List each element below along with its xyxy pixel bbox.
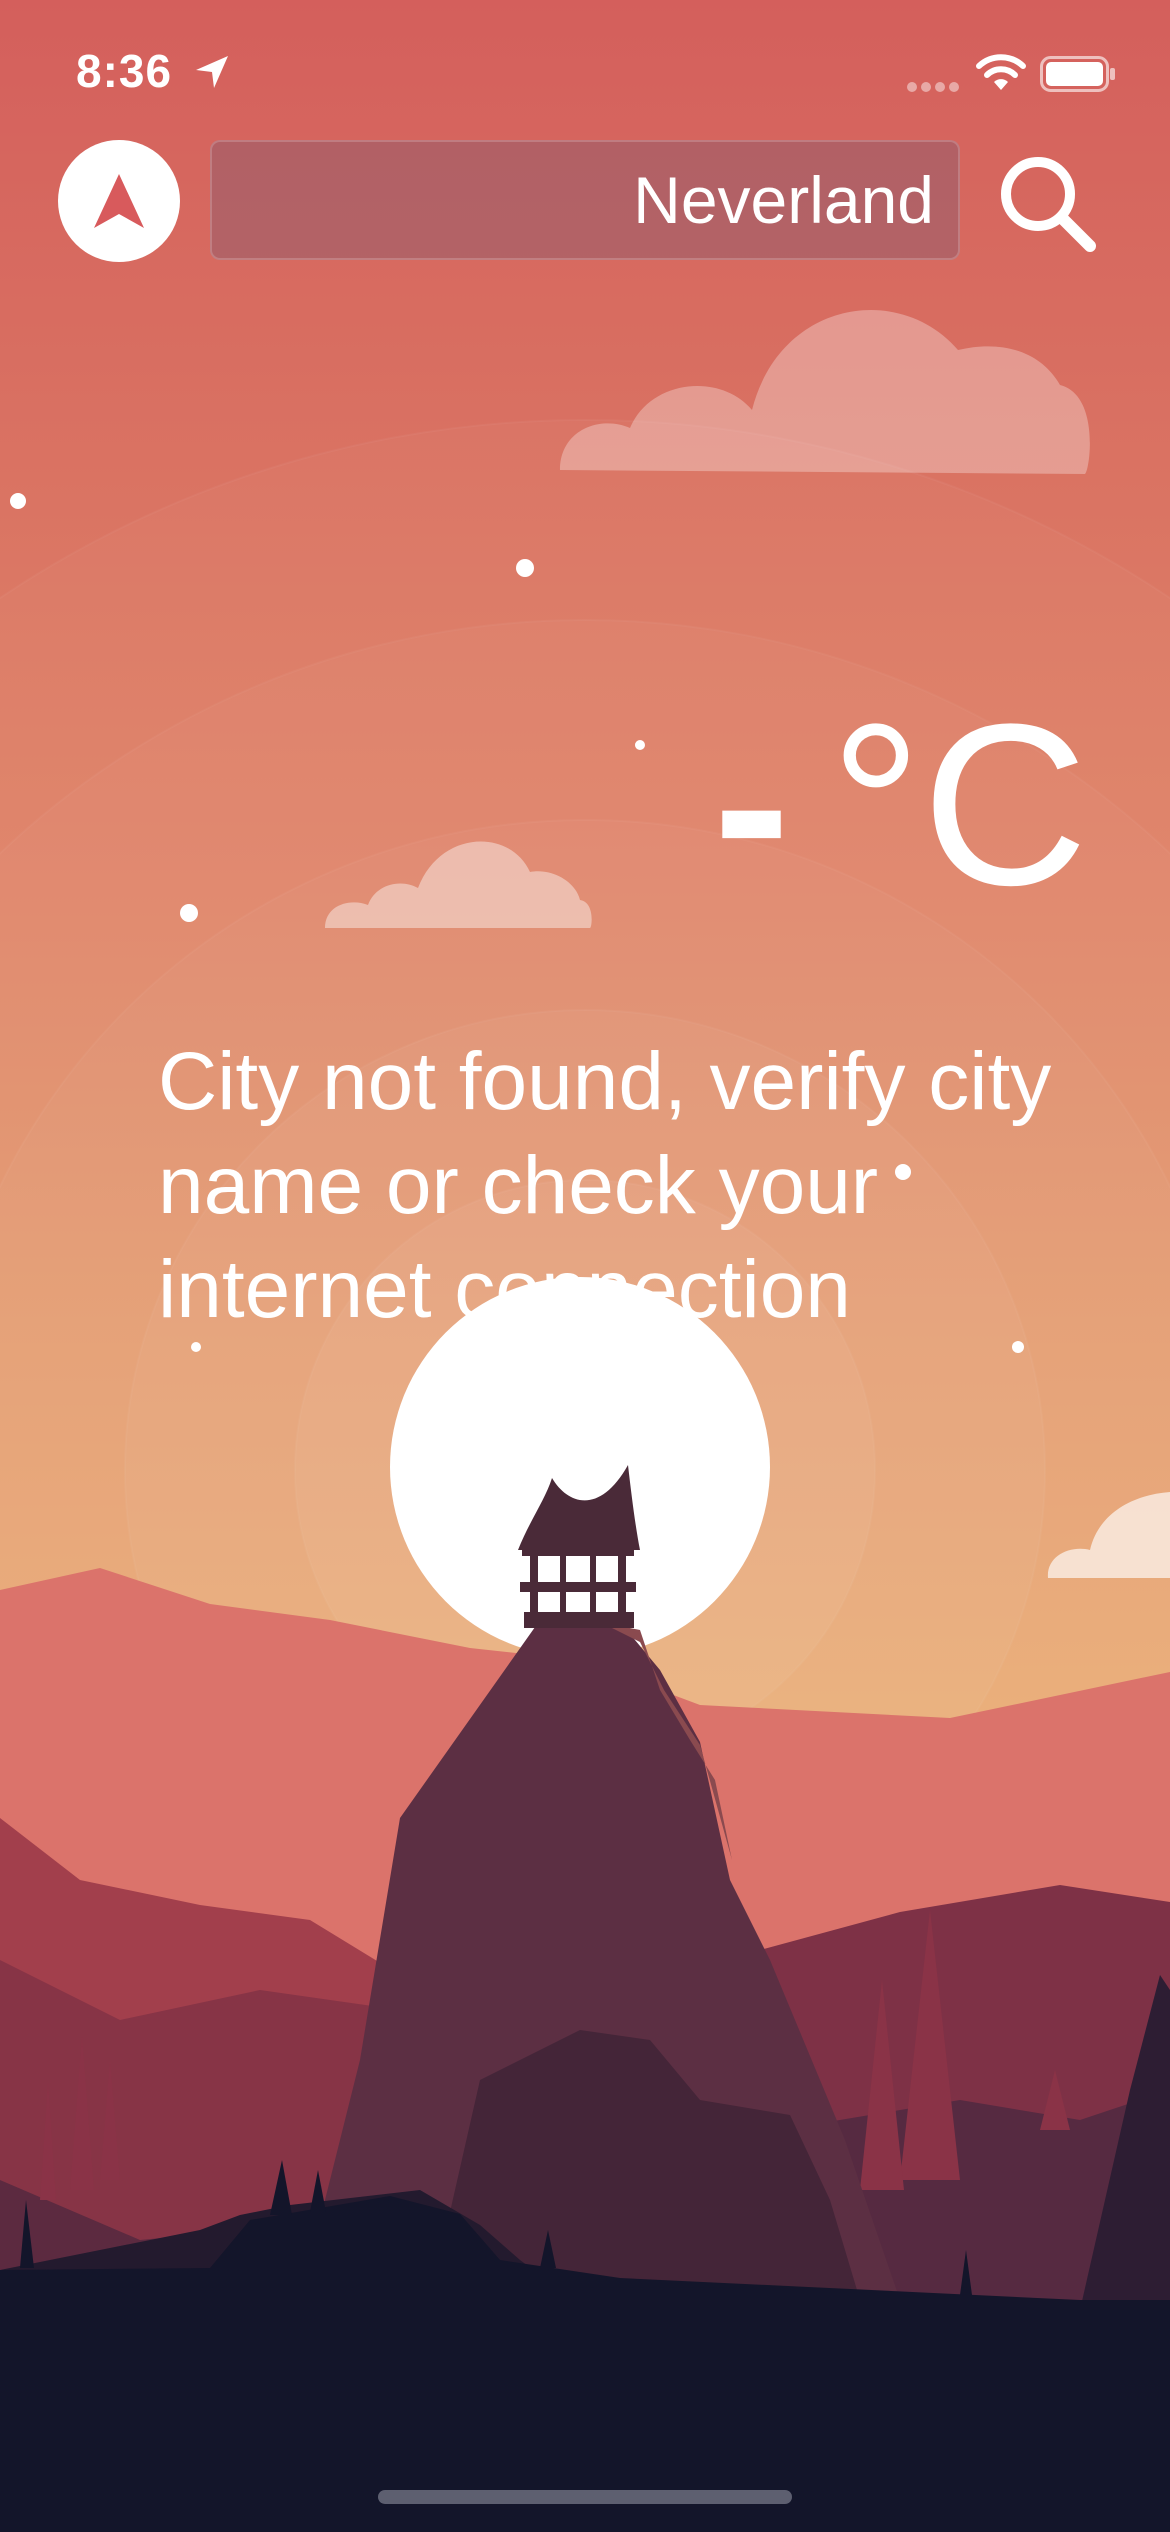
status-bar: 8:36: [0, 0, 1170, 140]
temperature-value: -: [713, 676, 790, 933]
navigation-arrow-icon: [94, 174, 144, 228]
current-location-button[interactable]: [58, 140, 180, 262]
wifi-icon: [974, 52, 1028, 92]
signal-dots-icon: [906, 80, 960, 92]
battery-icon: [1040, 56, 1116, 92]
city-search-input[interactable]: [210, 140, 960, 260]
search-button[interactable]: [996, 152, 1100, 256]
location-arrow-icon: [192, 52, 232, 92]
home-indicator: [378, 2490, 792, 2504]
search-icon: [1001, 157, 1096, 252]
temperature-display: - °C: [713, 690, 1088, 920]
status-time: 8:36: [76, 45, 173, 97]
weather-condition-message: City not found, verify city name or chec…: [158, 1036, 1052, 1335]
temperature-unit: °C: [829, 676, 1088, 933]
